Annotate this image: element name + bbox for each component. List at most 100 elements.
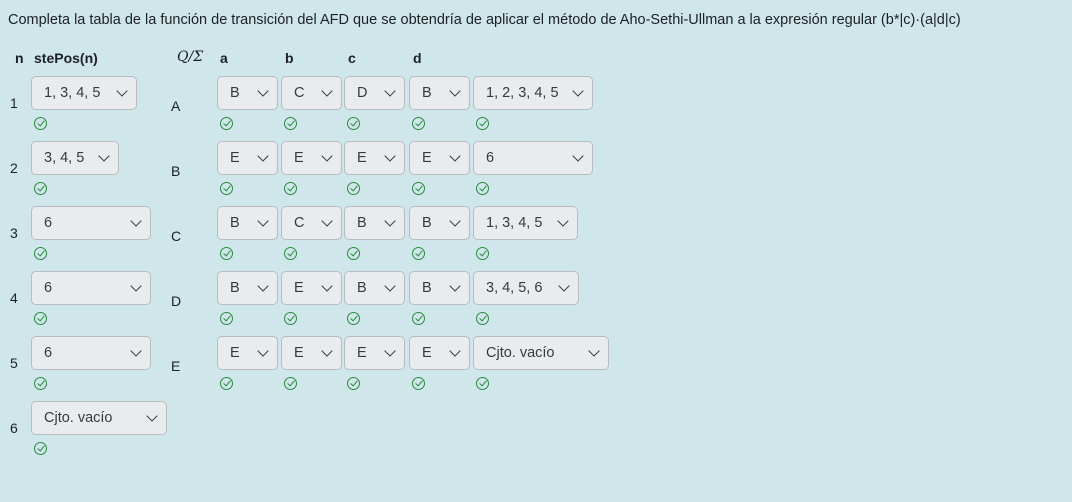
transition-select-c[interactable]: B: [344, 206, 405, 240]
selected-value: 1, 3, 4, 5: [44, 85, 101, 101]
chevron-down-icon: [257, 85, 269, 97]
selected-value: B: [357, 215, 367, 231]
chevron-down-icon: [572, 85, 584, 97]
question-text: Completa la tabla de la función de trans…: [8, 12, 961, 28]
transition-select-d[interactable]: E: [409, 141, 470, 175]
selected-value: C: [294, 85, 305, 101]
transition-select-d[interactable]: B: [409, 206, 470, 240]
selected-value: 3, 4, 5, 6: [486, 280, 543, 296]
chevron-down-icon: [384, 280, 396, 292]
selected-value: 1, 3, 4, 5: [486, 215, 543, 231]
chevron-down-icon: [384, 85, 396, 97]
state-set-select[interactable]: 1, 2, 3, 4, 5: [473, 76, 593, 110]
chevron-down-icon: [384, 215, 396, 227]
transition-select-d[interactable]: E: [409, 336, 470, 370]
selected-value: 6: [44, 280, 53, 296]
check-circle-icon: [412, 247, 425, 260]
check-circle-icon: [412, 377, 425, 390]
selected-value: E: [422, 345, 432, 361]
selected-value: 6: [44, 215, 53, 231]
state-set-select[interactable]: 6: [473, 141, 593, 175]
transition-select-a[interactable]: E: [217, 336, 278, 370]
selected-value: Cjto. vacío: [486, 345, 555, 361]
chevron-down-icon: [558, 280, 570, 292]
row-number: 3: [10, 225, 18, 241]
check-circle-icon: [284, 117, 297, 130]
check-circle-icon: [220, 247, 233, 260]
stepos-select[interactable]: 3, 4, 5: [31, 141, 119, 175]
chevron-down-icon: [449, 215, 461, 227]
chevron-down-icon: [321, 345, 333, 357]
stepos-select[interactable]: 1, 3, 4, 5: [31, 76, 137, 110]
check-circle-icon: [220, 182, 233, 195]
state-label: B: [171, 163, 181, 179]
selected-value: E: [357, 150, 367, 166]
check-circle-icon: [476, 117, 489, 130]
check-circle-icon: [476, 377, 489, 390]
transition-select-b[interactable]: C: [281, 206, 342, 240]
state-set-select[interactable]: Cjto. vacío: [473, 336, 609, 370]
chevron-down-icon: [449, 85, 461, 97]
check-circle-icon: [284, 182, 297, 195]
check-circle-icon: [34, 247, 47, 260]
selected-value: E: [230, 345, 240, 361]
stepos-select[interactable]: 6: [31, 206, 151, 240]
chevron-down-icon: [146, 410, 158, 422]
chevron-down-icon: [257, 280, 269, 292]
check-circle-icon: [476, 312, 489, 325]
check-circle-icon: [347, 117, 360, 130]
chevron-down-icon: [588, 345, 600, 357]
header-q-sigma: Q/Σ: [177, 49, 204, 65]
check-circle-icon: [34, 312, 47, 325]
chevron-down-icon: [449, 150, 461, 162]
check-circle-icon: [34, 182, 47, 195]
transition-select-c[interactable]: E: [344, 141, 405, 175]
transition-select-b[interactable]: C: [281, 76, 342, 110]
transition-select-a[interactable]: B: [217, 76, 278, 110]
stepos-select[interactable]: Cjto. vacío: [31, 401, 167, 435]
selected-value: 6: [44, 345, 53, 361]
state-label: A: [171, 98, 181, 114]
chevron-down-icon: [384, 150, 396, 162]
transition-select-c[interactable]: D: [344, 76, 405, 110]
selected-value: B: [422, 280, 432, 296]
check-circle-icon: [34, 442, 47, 455]
selected-value: C: [294, 215, 305, 231]
chevron-down-icon: [257, 345, 269, 357]
selected-value: B: [230, 280, 240, 296]
chevron-down-icon: [321, 150, 333, 162]
check-circle-icon: [347, 247, 360, 260]
selected-value: B: [422, 85, 432, 101]
transition-select-a[interactable]: B: [217, 271, 278, 305]
transition-select-c[interactable]: E: [344, 336, 405, 370]
stepos-select[interactable]: 6: [31, 271, 151, 305]
transition-select-d[interactable]: B: [409, 271, 470, 305]
stepos-select[interactable]: 6: [31, 336, 151, 370]
transition-select-d[interactable]: B: [409, 76, 470, 110]
selected-value: D: [357, 85, 368, 101]
header-c: c: [348, 50, 356, 66]
check-circle-icon: [412, 117, 425, 130]
transition-select-b[interactable]: E: [281, 336, 342, 370]
selected-value: 6: [486, 150, 495, 166]
selected-value: E: [294, 345, 304, 361]
header-a: a: [220, 50, 228, 66]
selected-value: E: [230, 150, 240, 166]
selected-value: E: [294, 280, 304, 296]
row-number: 5: [10, 355, 18, 371]
selected-value: 1, 2, 3, 4, 5: [486, 85, 559, 101]
state-set-select[interactable]: 1, 3, 4, 5: [473, 206, 578, 240]
transition-select-b[interactable]: E: [281, 141, 342, 175]
row-number: 2: [10, 160, 18, 176]
header-d: d: [413, 50, 422, 66]
chevron-down-icon: [449, 280, 461, 292]
state-set-select[interactable]: 3, 4, 5, 6: [473, 271, 579, 305]
selected-value: E: [422, 150, 432, 166]
header-stepos: stePos(n): [34, 50, 98, 66]
transition-select-c[interactable]: B: [344, 271, 405, 305]
transition-select-b[interactable]: E: [281, 271, 342, 305]
selected-value: 3, 4, 5: [44, 150, 85, 166]
transition-select-a[interactable]: B: [217, 206, 278, 240]
transition-select-a[interactable]: E: [217, 141, 278, 175]
header-b: b: [285, 50, 294, 66]
